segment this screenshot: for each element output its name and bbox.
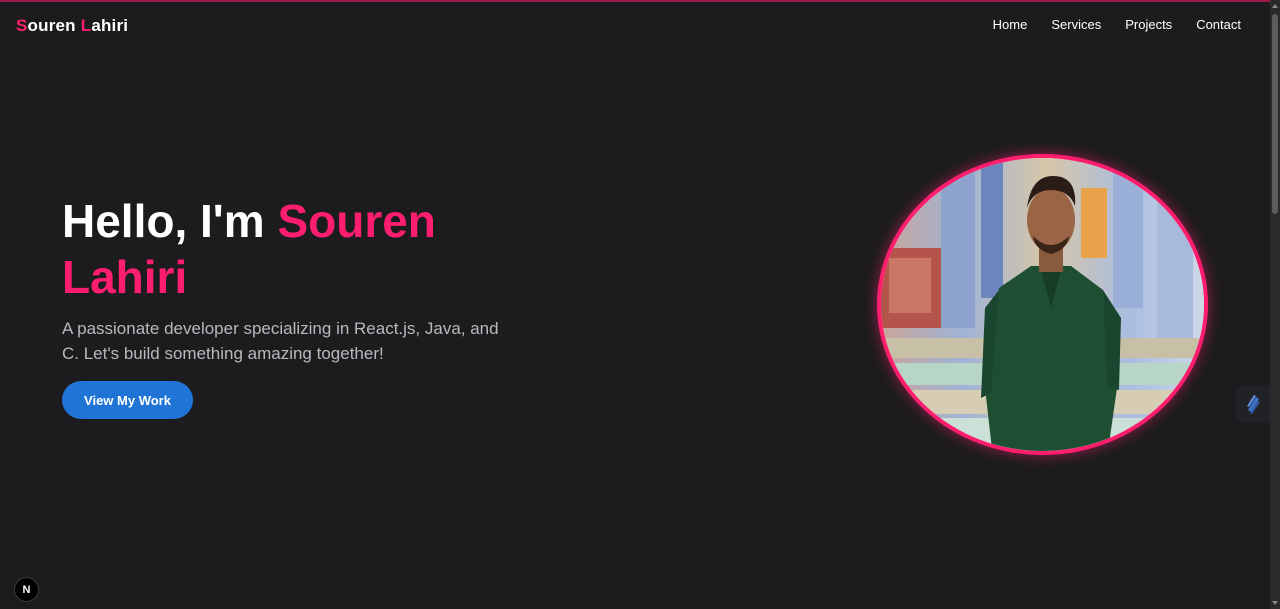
navbar: Souren Lahiri Home Services Projects Con…: [0, 2, 1270, 48]
scrollbar[interactable]: [1270, 0, 1280, 609]
nav-projects-link[interactable]: Projects: [1125, 17, 1172, 32]
brand-logo[interactable]: Souren Lahiri: [16, 16, 128, 36]
portrait-illustration: [881, 158, 1204, 451]
hero-name-first: Souren: [277, 195, 436, 247]
hero-name-last: Lahiri: [62, 251, 188, 303]
scroll-up-arrow-icon[interactable]: [1272, 4, 1278, 8]
hero-subtitle: A passionate developer specializing in R…: [62, 319, 499, 363]
hero-title: Hello, I'm Souren Lahiri: [62, 193, 522, 305]
brand-initial-last: L: [80, 16, 92, 35]
hero-greeting: Hello, I'm: [62, 195, 265, 247]
brand-initial-first: S: [16, 16, 28, 35]
brand-first-rest: ouren: [27, 16, 76, 35]
scroll-thumb[interactable]: [1272, 14, 1278, 214]
view-my-work-button[interactable]: View My Work: [62, 381, 193, 419]
nav-services-link[interactable]: Services: [1051, 17, 1101, 32]
nav-menu: Home Services Projects Contact: [993, 17, 1241, 32]
portrait-image: [877, 154, 1208, 455]
pen-icon: [1247, 395, 1260, 414]
dev-badge-icon[interactable]: N: [14, 577, 39, 602]
nav-home-link[interactable]: Home: [993, 17, 1028, 32]
nav-contact-link[interactable]: Contact: [1196, 17, 1241, 32]
brand-last-rest: ahiri: [91, 16, 129, 35]
side-widget[interactable]: [1236, 386, 1270, 422]
scroll-down-arrow-icon[interactable]: [1272, 601, 1278, 605]
